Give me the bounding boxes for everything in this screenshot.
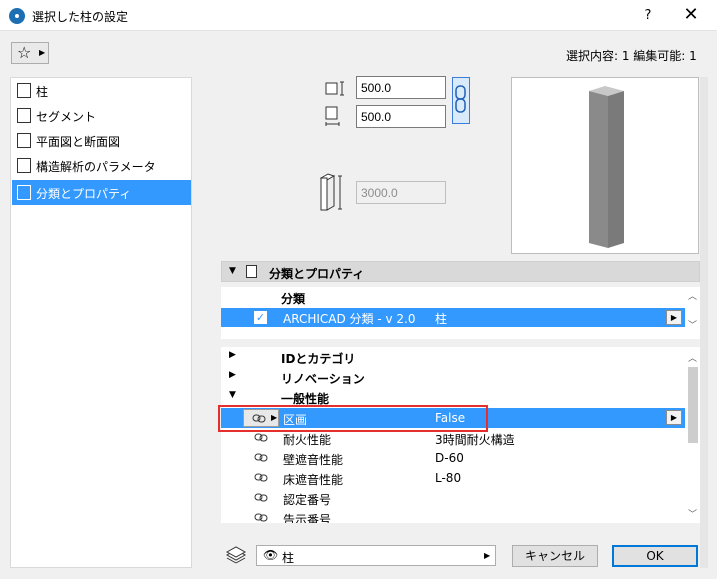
property-name: 壁遮音性能: [283, 453, 344, 467]
section-title: 分類とプロパティ: [269, 267, 365, 281]
help-button[interactable]: ?: [636, 6, 660, 26]
sidebar-item-properties[interactable]: 分類とプロパティ: [12, 180, 191, 205]
group-row-id-category[interactable]: ▶ IDとカテゴリ: [221, 347, 685, 367]
properties-list: ▶ IDとカテゴリ ▶ リノベーション ▼ 一般性能 ▶ 区画 False ▶ …: [221, 347, 700, 523]
ok-button[interactable]: OK: [612, 545, 698, 567]
classification-header: 分類: [281, 292, 306, 306]
star-icon: ☆: [17, 43, 32, 62]
triangle-right-icon: ▶: [39, 48, 46, 57]
depth-field[interactable]: [356, 105, 446, 128]
classification-list: 分類 ✓ ARCHICAD 分類 - v 2.0 柱 ▶ ︿ ﹀: [221, 287, 700, 339]
link-dimensions-button[interactable]: [452, 77, 470, 124]
section-header-properties[interactable]: ▼ 分類とプロパティ: [221, 261, 700, 282]
properties-icon: [246, 265, 257, 278]
chevron-up-icon[interactable]: ︿: [688, 289, 697, 302]
eye-icon: 👁: [263, 548, 279, 562]
group-row-renovation[interactable]: ▶ リノベーション: [221, 367, 685, 387]
property-row[interactable]: 床遮音性能 L-80: [221, 468, 685, 488]
selection-info: 選択内容: 1 編集可能: 1: [566, 49, 697, 63]
properties-icon: [17, 185, 31, 200]
property-row[interactable]: 壁遮音性能 D-60: [221, 448, 685, 468]
triangle-right-icon[interactable]: ▶: [666, 310, 682, 325]
property-row[interactable]: 告示番号: [221, 508, 685, 523]
chain-link-icon: [455, 85, 466, 113]
sidebar-item-label: 平面図と断面図: [36, 135, 121, 149]
link-icon: [254, 433, 268, 442]
window-title: 選択した柱の設定: [32, 10, 129, 24]
classification-value: 柱: [435, 312, 448, 326]
sidebar-item-label: 構造解析のパラメータ: [36, 160, 156, 174]
height-field: [356, 181, 446, 204]
structural-analysis-icon: [17, 158, 31, 173]
property-name: 告示番号: [283, 513, 332, 523]
chevron-up-icon[interactable]: ︿: [688, 351, 697, 364]
sidebar-item-label: 柱: [36, 85, 49, 99]
layer-dropdown[interactable]: 👁 柱 ▶: [256, 545, 496, 566]
triangle-right-icon: ▶: [484, 551, 491, 560]
layer-name: 柱: [282, 551, 295, 565]
property-value[interactable]: 3時間耐火構造: [435, 431, 515, 448]
sidebar-item-label: セグメント: [36, 110, 97, 124]
favorites-button[interactable]: ☆ ▶: [11, 42, 49, 64]
sidebar-item-floor-plan[interactable]: 平面図と断面図: [12, 128, 191, 153]
classification-scrollbar[interactable]: ︿ ﹀: [686, 287, 700, 332]
width-icon: [325, 80, 347, 98]
link-icon: [254, 473, 268, 482]
floor-plan-icon: [17, 133, 31, 148]
property-name: 認定番号: [283, 493, 332, 507]
property-name: 床遮音性能: [283, 473, 344, 487]
link-icon: [254, 493, 268, 502]
classification-row[interactable]: ✓ ARCHICAD 分類 - v 2.0 柱 ▶: [221, 308, 685, 327]
sidebar-item-segment[interactable]: セグメント: [12, 103, 191, 128]
classification-system-name: ARCHICAD 分類 - v 2.0: [283, 312, 416, 326]
width-field[interactable]: [356, 76, 446, 99]
property-value[interactable]: D-60: [435, 451, 464, 465]
layer-icon: [225, 546, 247, 564]
property-name: 耐火性能: [283, 433, 332, 447]
group-label: IDとカテゴリ: [281, 352, 356, 366]
chevron-down-icon[interactable]: ﹀: [688, 507, 697, 520]
group-row-general[interactable]: ▼ 一般性能: [221, 387, 685, 407]
scrollbar-thumb[interactable]: [688, 367, 698, 443]
sidebar-item-column[interactable]: 柱: [12, 78, 191, 103]
group-label: リノベーション: [281, 372, 365, 386]
column-icon: [17, 83, 31, 98]
cancel-button[interactable]: キャンセル: [512, 545, 598, 567]
panel-scrollbar[interactable]: [700, 77, 708, 568]
segment-icon: [17, 108, 31, 123]
title-bar: 選択した柱の設定 ? ✕: [0, 0, 717, 31]
link-icon: [254, 513, 268, 522]
link-icon: [254, 453, 268, 462]
expand-triangle-icon: ▶: [229, 350, 236, 360]
depth-icon: [325, 106, 347, 128]
sidebar-item-label: 分類とプロパティ: [36, 187, 132, 201]
column-preview: [511, 77, 699, 254]
classification-checkbox[interactable]: ✓: [254, 311, 267, 324]
archicad-logo-icon: [9, 8, 25, 24]
properties-scrollbar[interactable]: ︿ ﹀: [686, 347, 700, 523]
column-3d-image: [589, 86, 624, 248]
collapse-triangle-icon: ▼: [229, 390, 236, 400]
property-row[interactable]: 認定番号: [221, 488, 685, 508]
annotation-highlight-box: [218, 405, 488, 432]
sidebar-item-structural-analysis[interactable]: 構造解析のパラメータ: [12, 153, 191, 178]
triangle-right-icon[interactable]: ▶: [666, 410, 682, 425]
expand-triangle-icon: ▶: [229, 370, 236, 380]
settings-panel-list: 柱 セグメント 平面図と断面図 構造解析のパラメータ 分類とプロパティ: [10, 77, 192, 568]
collapse-triangle-icon: ▼: [229, 266, 236, 276]
height-icon: [318, 172, 352, 212]
property-value[interactable]: L-80: [435, 471, 461, 485]
chevron-down-icon[interactable]: ﹀: [688, 318, 697, 331]
close-button[interactable]: ✕: [676, 4, 706, 26]
